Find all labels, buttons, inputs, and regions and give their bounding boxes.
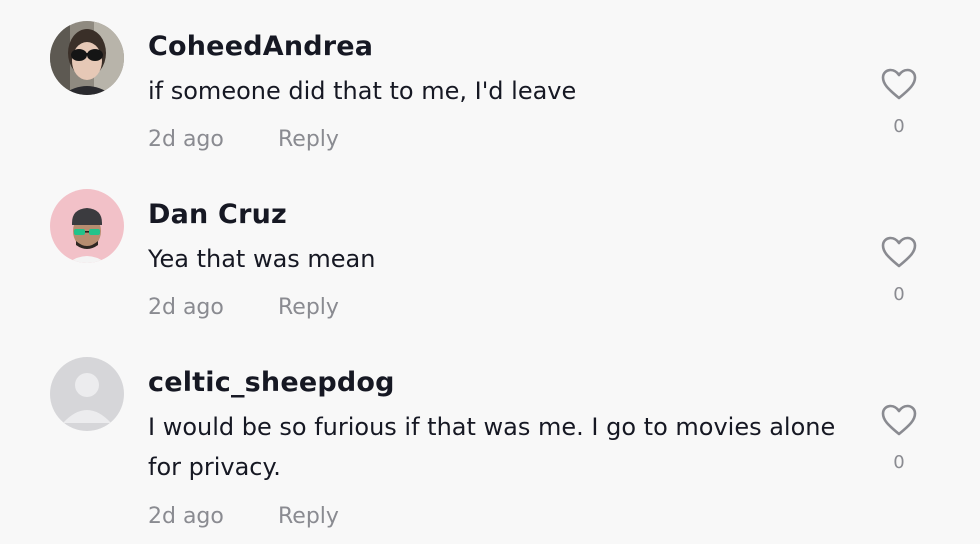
comment-timestamp: 2d ago [148,295,224,320]
comment-text: if someone did that to me, I'd leave [148,77,577,105]
avatar[interactable] [50,357,124,431]
comment-item: celtic_sheepdog I would be so furious if… [0,340,980,544]
reply-button[interactable]: Reply [278,126,339,154]
comment-timestamp: 2d ago [148,127,224,152]
like-count: 0 [893,284,905,305]
user-photo-icon [50,189,124,263]
reply-button[interactable]: Reply [278,503,339,531]
reply-button[interactable]: Reply [278,294,339,322]
like-button[interactable] [880,403,918,437]
comment-timestamp: 2d ago [148,504,224,529]
like-button[interactable] [880,67,918,101]
comment-text: Yea that was mean [148,245,376,273]
like-count: 0 [893,452,905,473]
comment-item: CoheedAndrea if someone did that to me, … [0,0,980,170]
default-avatar-icon [50,357,124,431]
like-button[interactable] [880,235,918,269]
avatar[interactable] [50,189,124,263]
avatar[interactable] [50,21,124,95]
like-count: 0 [893,116,905,137]
heart-outline-icon [881,236,917,268]
heart-outline-icon [881,68,917,100]
user-photo-icon [50,21,124,95]
comment-item: Dan Cruz Yea that was mean 2d ago Reply … [0,170,980,340]
comment-text: I would be so furious if that was me. I … [148,413,836,481]
comment-username[interactable]: Dan Cruz [148,199,287,231]
comment-username[interactable]: celtic_sheepdog [148,367,395,399]
heart-outline-icon [881,404,917,436]
comment-username[interactable]: CoheedAndrea [148,31,373,63]
